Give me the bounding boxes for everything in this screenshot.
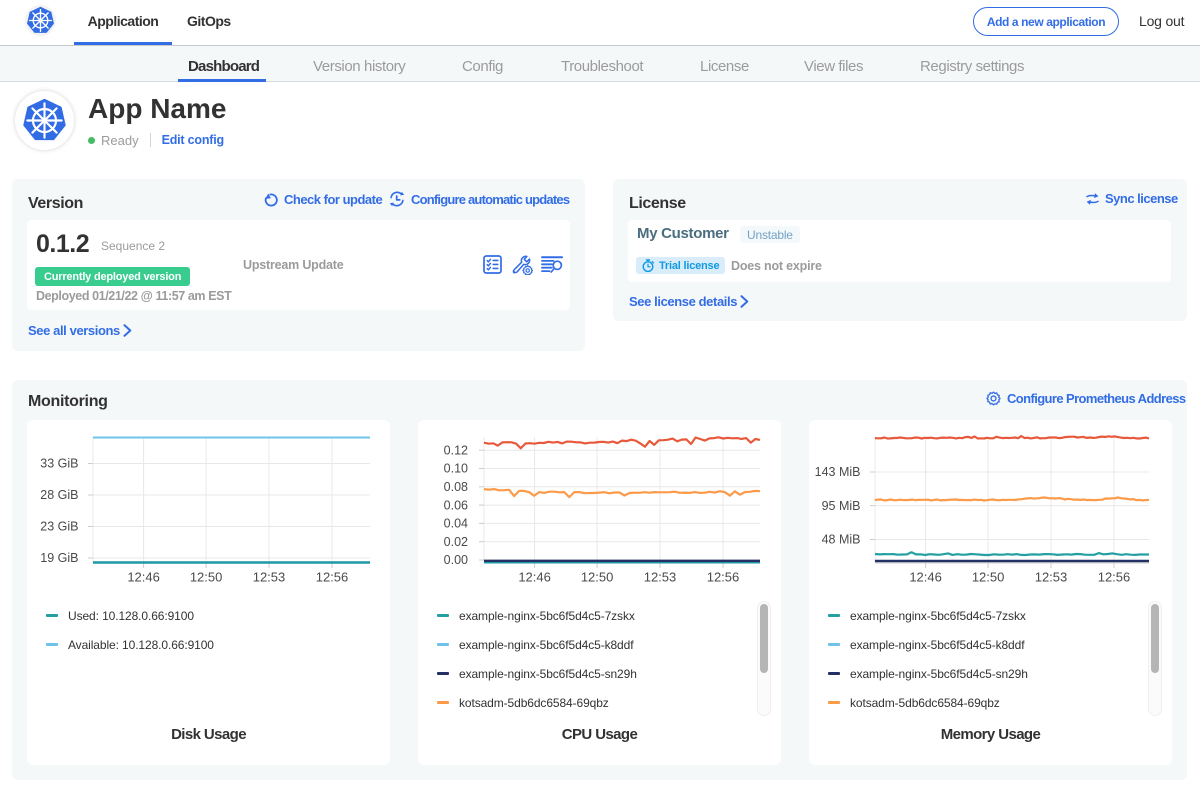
- svg-text:33 GiB: 33 GiB: [40, 457, 78, 471]
- svg-text:12:50: 12:50: [581, 570, 614, 585]
- svg-text:12:53: 12:53: [1035, 570, 1068, 585]
- svg-text:23 GiB: 23 GiB: [40, 520, 78, 534]
- svg-text:0.06: 0.06: [444, 498, 468, 512]
- svg-text:0.08: 0.08: [444, 480, 468, 494]
- svg-text:12:53: 12:53: [253, 570, 286, 585]
- svg-text:12:56: 12:56: [1098, 570, 1131, 585]
- svg-text:12:46: 12:46: [909, 570, 942, 585]
- svg-text:19 GiB: 19 GiB: [40, 551, 78, 565]
- svg-text:12:46: 12:46: [127, 570, 160, 585]
- svg-text:0.10: 0.10: [444, 462, 468, 476]
- svg-text:95 MiB: 95 MiB: [822, 499, 861, 513]
- svg-text:12:53: 12:53: [644, 570, 677, 585]
- svg-text:48 MiB: 48 MiB: [822, 533, 861, 547]
- svg-text:0.04: 0.04: [444, 517, 468, 531]
- svg-text:0.12: 0.12: [444, 443, 468, 457]
- svg-text:12:50: 12:50: [190, 570, 223, 585]
- svg-text:143 MiB: 143 MiB: [815, 465, 861, 479]
- svg-text:0.00: 0.00: [444, 553, 468, 567]
- svg-text:28 GiB: 28 GiB: [40, 488, 78, 502]
- svg-text:12:46: 12:46: [518, 570, 551, 585]
- svg-text:12:50: 12:50: [972, 570, 1005, 585]
- svg-text:12:56: 12:56: [316, 570, 349, 585]
- svg-text:12:56: 12:56: [707, 570, 740, 585]
- svg-text:0.02: 0.02: [444, 535, 468, 549]
